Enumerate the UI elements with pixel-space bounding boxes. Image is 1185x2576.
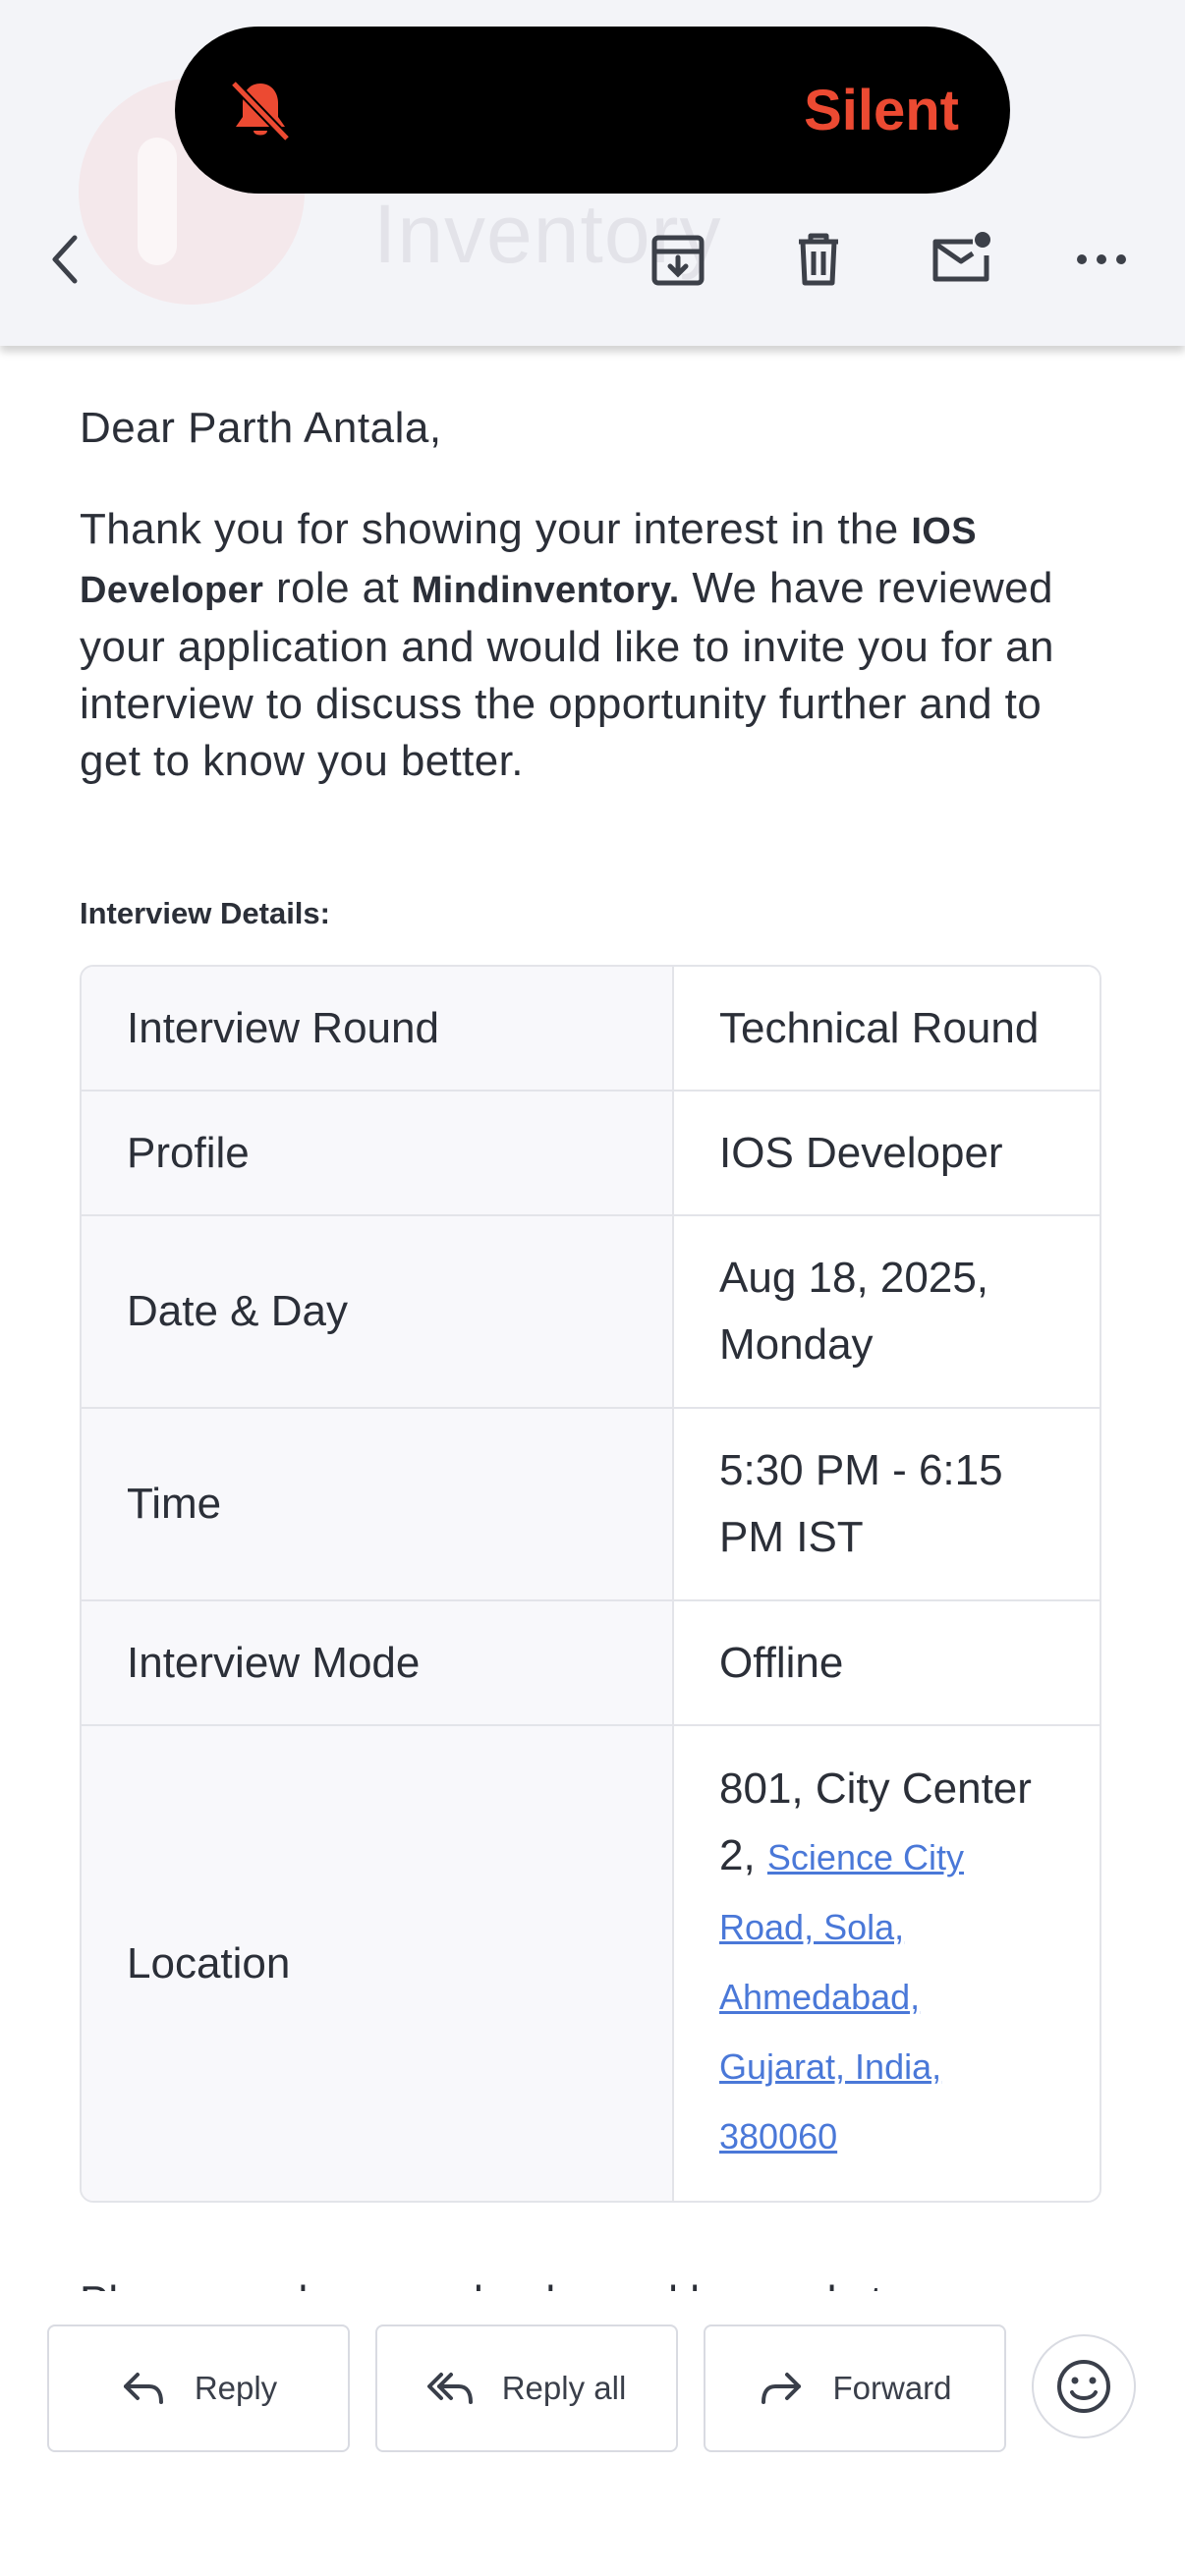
silent-mode-indicator: Silent [175, 27, 1010, 194]
delete-button[interactable] [783, 224, 854, 295]
detail-label: Interview Round [82, 967, 674, 1092]
table-row: Date & Day Aug 18, 2025, Monday [82, 1216, 1100, 1409]
detail-label: Profile [82, 1092, 674, 1216]
forward-label: Forward [832, 2370, 952, 2406]
company-name: Mindinventory. [411, 570, 680, 611]
detail-value: 5:30 PM - 6:15 PM IST [674, 1409, 1100, 1601]
bell-slash-icon [230, 80, 291, 142]
reply-all-button[interactable]: Reply all [375, 2324, 678, 2452]
silent-label: Silent [804, 79, 959, 142]
table-row: Interview Mode Offline [82, 1601, 1100, 1726]
detail-label: Interview Mode [82, 1601, 674, 1726]
reply-icon [123, 2373, 163, 2404]
detail-value: Aug 18, 2025, Monday [674, 1216, 1100, 1409]
detail-label: Time [82, 1409, 674, 1601]
intro-text-1: Thank you for showing your interest in t… [80, 505, 912, 553]
interview-details-title: Interview Details: [80, 896, 330, 930]
table-row: Profile IOS Developer [82, 1092, 1100, 1216]
email-intro-paragraph: Thank you for showing your interest in t… [80, 501, 1101, 790]
back-icon [52, 235, 78, 284]
reply-label: Reply [194, 2370, 278, 2406]
reply-button[interactable]: Reply [47, 2324, 350, 2452]
email-body: Dear Parth Antala, Thank you for showing… [80, 393, 1101, 2299]
forward-button[interactable]: Forward [704, 2324, 1006, 2452]
mark-unread-icon [932, 232, 990, 282]
detail-value: Offline [674, 1601, 1100, 1726]
bottom-action-bar: Reply Reply all Forward [0, 2291, 1185, 2576]
mark-unread-button[interactable] [926, 224, 996, 295]
location-map-link[interactable]: Science City Road, Sola, Ahmedabad, Guja… [719, 1837, 964, 2156]
detail-value: Technical Round [674, 967, 1100, 1092]
table-row: Time 5:30 PM - 6:15 PM IST [82, 1409, 1100, 1601]
table-row: Location 801, City Center 2, Science Cit… [82, 1726, 1100, 2201]
interview-details-table: Interview Round Technical Round Profile … [80, 965, 1101, 2203]
back-button[interactable] [31, 224, 102, 295]
detail-label: Date & Day [82, 1216, 674, 1409]
smiley-icon [1057, 2360, 1110, 2413]
brand-watermark-mark [138, 138, 177, 265]
emoji-reaction-button[interactable] [1032, 2334, 1136, 2438]
email-greeting: Dear Parth Antala, [80, 404, 442, 452]
forward-icon [762, 2373, 802, 2404]
intro-text-2: role at [263, 564, 412, 612]
detail-value: 801, City Center 2, Science City Road, S… [674, 1726, 1100, 2201]
reply-all-label: Reply all [501, 2370, 627, 2406]
table-row: Interview Round Technical Round [82, 967, 1100, 1092]
trash-icon [799, 233, 838, 286]
more-icon [1077, 254, 1126, 264]
archive-button[interactable] [643, 224, 713, 295]
detail-label: Location [82, 1726, 674, 2201]
more-button[interactable] [1066, 224, 1137, 295]
archive-icon [651, 235, 705, 286]
detail-value: IOS Developer [674, 1092, 1100, 1216]
reply-all-icon [426, 2373, 473, 2404]
